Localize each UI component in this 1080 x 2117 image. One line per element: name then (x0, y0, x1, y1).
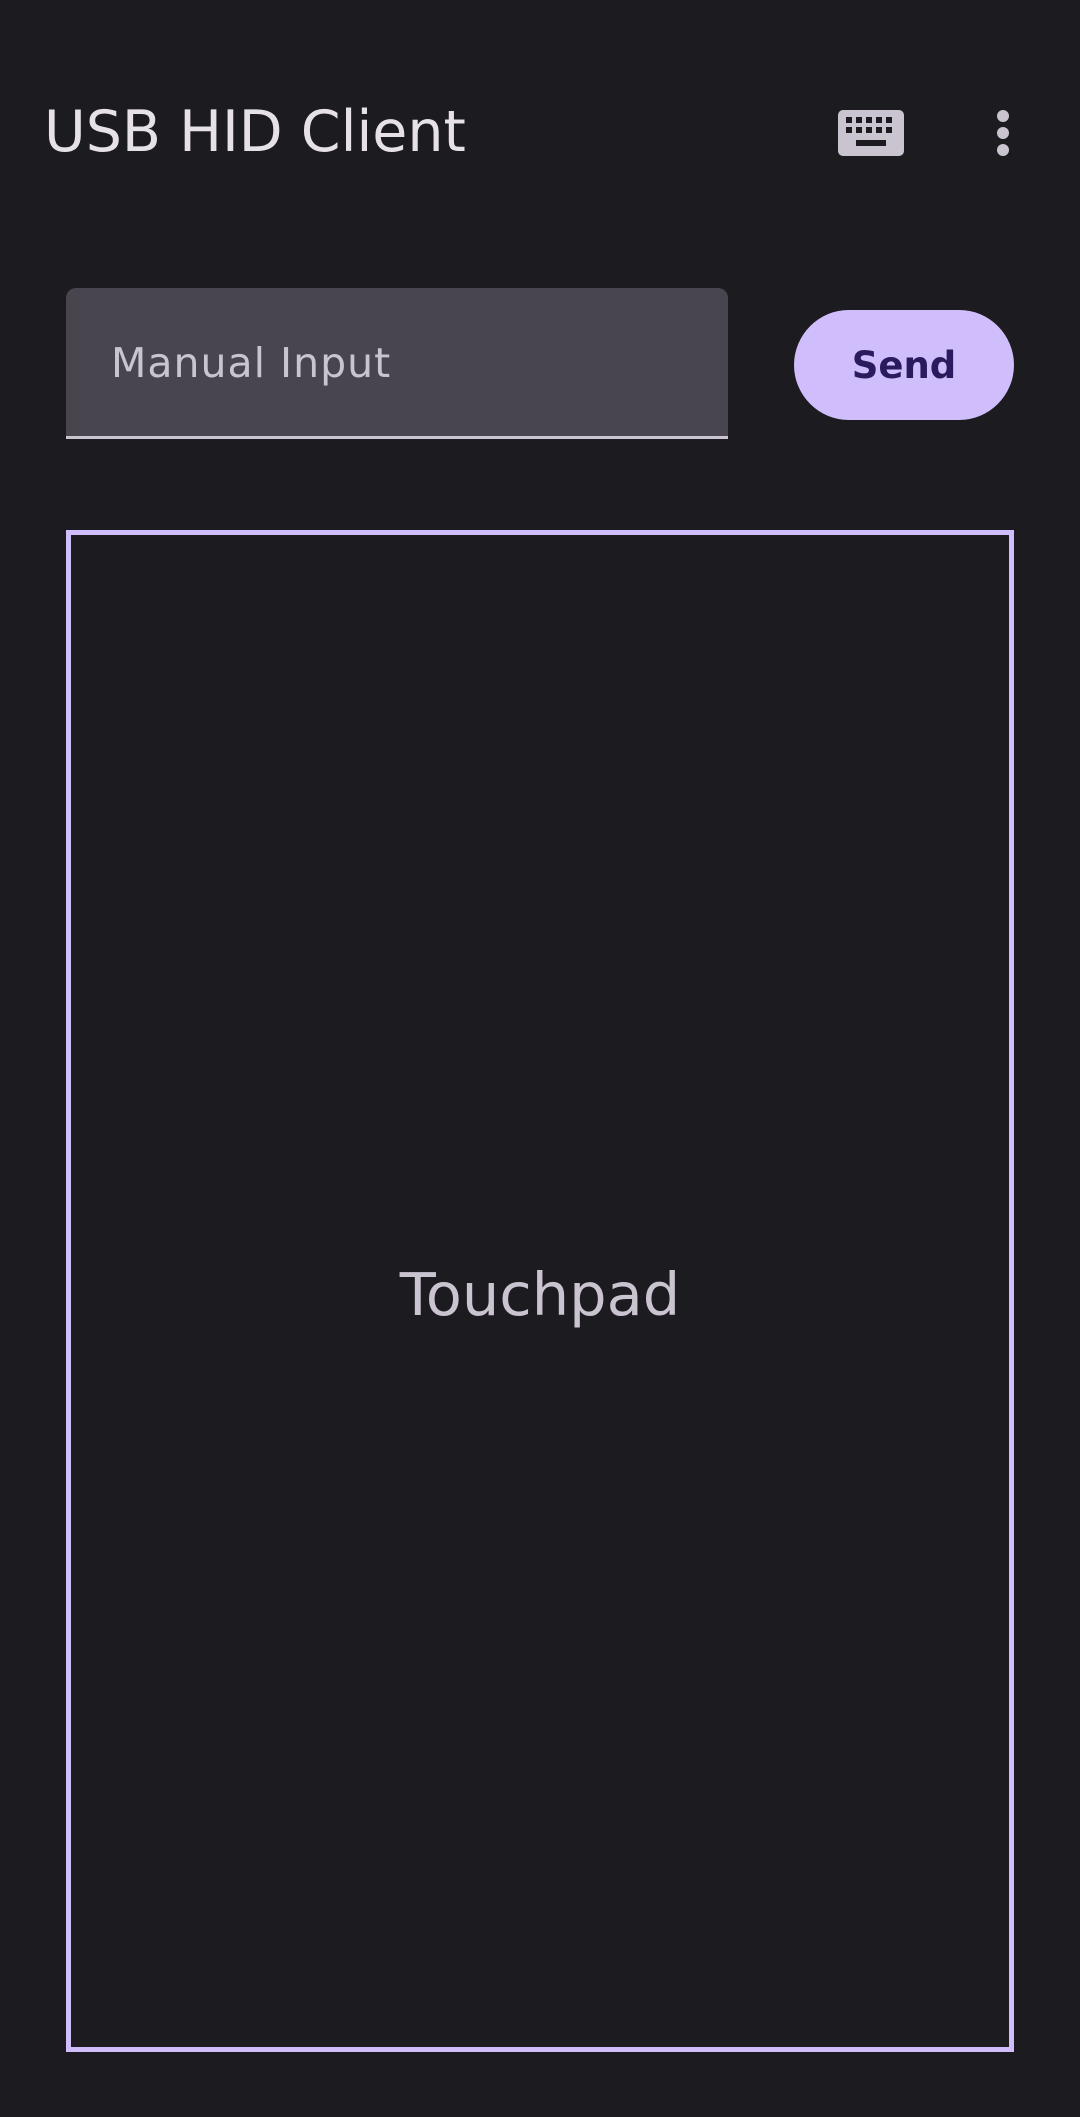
touchpad-label: Touchpad (399, 1259, 681, 1329)
manual-input[interactable] (111, 326, 691, 400)
app-title: USB HID Client (44, 99, 466, 165)
top-app-bar: USB HID Client (0, 0, 1080, 266)
keyboard-icon (838, 110, 904, 156)
more-vert-icon (997, 110, 1009, 156)
send-button[interactable]: Send (794, 310, 1014, 420)
keyboard-button[interactable] (828, 90, 914, 176)
more-options-button[interactable] (960, 90, 1046, 176)
manual-input-field[interactable] (66, 288, 728, 439)
app-screen: USB HID Client Manual Input Send Touchpa… (0, 0, 1080, 2117)
touchpad-area[interactable]: Touchpad (66, 530, 1014, 2052)
